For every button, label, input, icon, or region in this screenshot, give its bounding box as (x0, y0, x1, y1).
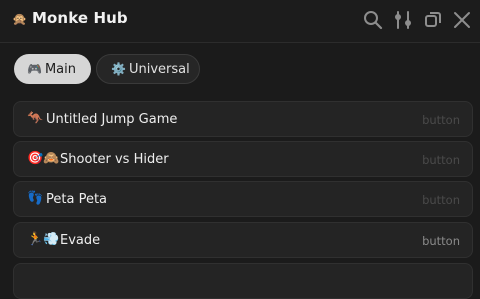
title-bar: 🙊 Monke Hub (0, 0, 480, 43)
shooter-vs-hider-button[interactable]: 🎯🙈 Shooter vs Hider button (13, 141, 473, 177)
close-icon[interactable] (451, 9, 473, 31)
gear-icon: ⚙️ (111, 62, 126, 76)
tab-main[interactable]: 🎮 Main (14, 54, 91, 84)
partial-list-item[interactable] (13, 263, 473, 299)
button-type-label: button (422, 153, 460, 167)
evade-button[interactable]: 🏃💨 Evade button (13, 222, 473, 258)
gamepad-icon: 🎮 (27, 62, 42, 76)
kangaroo-icon: 🦘 (27, 111, 44, 126)
button-type-label: button (422, 193, 460, 207)
button-label: Evade (60, 233, 101, 248)
footprints-icon: 👣 (27, 191, 44, 206)
untitled-jump-game-button[interactable]: 🦘 Untitled Jump Game button (13, 101, 473, 137)
tab-label: Main (44, 61, 76, 77)
search-icon[interactable] (362, 9, 384, 31)
button-type-label: button (422, 234, 460, 248)
button-type-label: button (422, 113, 460, 127)
button-label: Shooter vs Hider (60, 152, 169, 167)
monkey-face-icon: 🙊 (12, 12, 27, 26)
sliders-icon[interactable] (392, 9, 414, 31)
button-label: Untitled Jump Game (46, 112, 178, 127)
tab-label: Universal (128, 61, 190, 77)
runner-dash-icon: 🏃💨 (27, 232, 60, 247)
peta-peta-button[interactable]: 👣 Peta Peta button (13, 181, 473, 217)
restore-window-icon[interactable] (422, 9, 444, 31)
app-title: Monke Hub (32, 9, 128, 27)
target-monkey-icon: 🎯🙈 (27, 151, 60, 166)
button-label: Peta Peta (46, 192, 108, 207)
tab-universal[interactable]: ⚙️ Universal (96, 54, 200, 84)
